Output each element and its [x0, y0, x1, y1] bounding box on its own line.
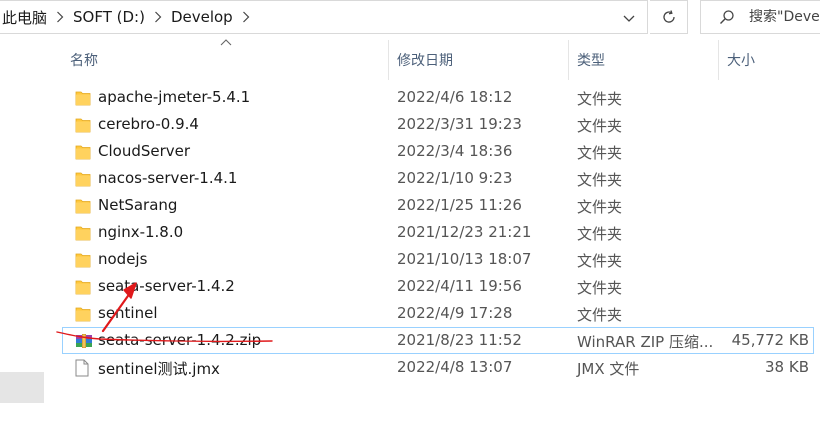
file-name: sentinel测试.jmx [98, 360, 220, 378]
folder-icon [75, 170, 91, 188]
folder-icon [75, 197, 91, 215]
file-name: sentinel [98, 304, 158, 322]
file-list: apache-jmeter-5.4.1 2022/4/6 18:12 文件夹 cere… [62, 84, 820, 381]
file-type: 文件夹 [577, 306, 623, 324]
navigation-bar: 此电脑 SOFT (D:) Develop [0, 0, 820, 36]
folder-icon [75, 143, 91, 161]
chevron-right-icon[interactable] [150, 0, 166, 34]
breadcrumb-this-pc[interactable]: 此电脑 [0, 7, 52, 28]
file-type: 文件夹 [577, 90, 623, 108]
breadcrumb-drive[interactable]: SOFT (D:) [68, 8, 150, 26]
file-name: seata-server-1.4.2.zip [98, 331, 262, 349]
address-bar[interactable]: 此电脑 SOFT (D:) Develop [0, 0, 648, 34]
file-row[interactable]: nacos-server-1.4.1 2022/1/10 9:23 文件夹 [62, 165, 814, 192]
column-header-size[interactable]: 大小 [718, 40, 820, 80]
column-header-date[interactable]: 修改日期 [388, 40, 568, 80]
file-type: 文件夹 [577, 117, 623, 135]
winrar-archive-icon [75, 332, 92, 350]
file-row[interactable]: nodejs 2021/10/13 18:07 文件夹 [62, 246, 814, 273]
nav-pane-selected-item[interactable] [0, 372, 44, 403]
chevron-right-icon[interactable] [238, 0, 254, 34]
column-header-name-label: 名称 [70, 53, 98, 69]
file-modified-date: 2021/12/23 21:21 [397, 223, 532, 241]
file-modified-date: 2022/1/25 11:26 [397, 196, 522, 214]
column-header-type[interactable]: 类型 [568, 40, 718, 80]
file-name: cerebro-0.9.4 [98, 115, 199, 133]
file-size: 45,772 KB [731, 331, 809, 349]
file-modified-date: 2022/4/9 17:28 [397, 304, 513, 322]
file-modified-date: 2022/1/10 9:23 [397, 169, 513, 187]
file-icon [75, 359, 91, 377]
file-name: apache-jmeter-5.4.1 [98, 88, 251, 106]
search-icon [719, 9, 735, 25]
column-header-row: 名称 修改日期 类型 大小 [62, 39, 820, 80]
search-input[interactable] [749, 9, 820, 25]
sort-ascending-icon [220, 39, 232, 46]
file-row[interactable]: sentinel 2022/4/9 17:28 文件夹 [62, 300, 814, 327]
search-box[interactable] [700, 0, 820, 34]
folder-icon [75, 278, 91, 296]
file-row[interactable]: CloudServer 2022/3/4 18:36 文件夹 [62, 138, 814, 165]
file-name: nginx-1.8.0 [98, 223, 184, 241]
chevron-right-icon[interactable] [52, 0, 68, 34]
folder-icon [75, 251, 91, 269]
file-modified-date: 2022/4/8 13:07 [397, 358, 513, 376]
folder-icon [75, 305, 91, 323]
file-type: 文件夹 [577, 252, 623, 270]
file-modified-date: 2022/3/31 19:23 [397, 115, 522, 133]
file-type: 文件夹 [577, 198, 623, 216]
folder-icon [75, 116, 91, 134]
refresh-icon [662, 10, 675, 23]
file-modified-date: 2021/8/23 11:52 [397, 331, 522, 349]
file-type: 文件夹 [577, 144, 623, 162]
file-row[interactable]: nginx-1.8.0 2021/12/23 21:21 文件夹 [62, 219, 814, 246]
column-header-date-label: 修改日期 [397, 53, 453, 69]
address-history-dropdown-icon[interactable] [621, 10, 637, 26]
file-type: 文件夹 [577, 225, 623, 243]
file-size: 38 KB [765, 358, 809, 376]
file-modified-date: 2022/3/4 18:36 [397, 142, 513, 160]
file-type: WinRAR ZIP 压缩... [577, 333, 714, 351]
file-row[interactable]: seata-server-1.4.2 2022/4/11 19:56 文件夹 [62, 273, 814, 300]
breadcrumb-current-folder[interactable]: Develop [166, 8, 238, 26]
file-row[interactable]: seata-server-1.4.2.zip 2021/8/23 11:52 Win… [62, 327, 814, 354]
file-modified-date: 2022/4/6 18:12 [397, 88, 513, 106]
folder-icon [75, 89, 91, 107]
column-header-size-label: 大小 [727, 53, 755, 69]
file-name: CloudServer [98, 142, 191, 160]
refresh-button[interactable] [650, 0, 688, 34]
file-row[interactable]: apache-jmeter-5.4.1 2022/4/6 18:12 文件夹 [62, 84, 814, 111]
file-type: 文件夹 [577, 171, 623, 189]
file-row[interactable]: sentinel测试.jmx 2022/4/8 13:07 JMX 文件 38 KB [62, 354, 814, 381]
file-name: nacos-server-1.4.1 [98, 169, 238, 187]
column-header-type-label: 类型 [577, 53, 605, 69]
file-modified-date: 2021/10/13 18:07 [397, 250, 532, 268]
file-name: seata-server-1.4.2 [98, 277, 235, 295]
folder-icon [75, 224, 91, 242]
file-name: NetSarang [98, 196, 178, 214]
file-name: nodejs [98, 250, 148, 268]
file-modified-date: 2022/4/11 19:56 [397, 277, 522, 295]
file-type: JMX 文件 [577, 360, 640, 378]
file-row[interactable]: NetSarang 2022/1/25 11:26 文件夹 [62, 192, 814, 219]
file-row[interactable]: cerebro-0.9.4 2022/3/31 19:23 文件夹 [62, 111, 814, 138]
column-header-name[interactable]: 名称 [62, 39, 388, 80]
file-type: 文件夹 [577, 279, 623, 297]
